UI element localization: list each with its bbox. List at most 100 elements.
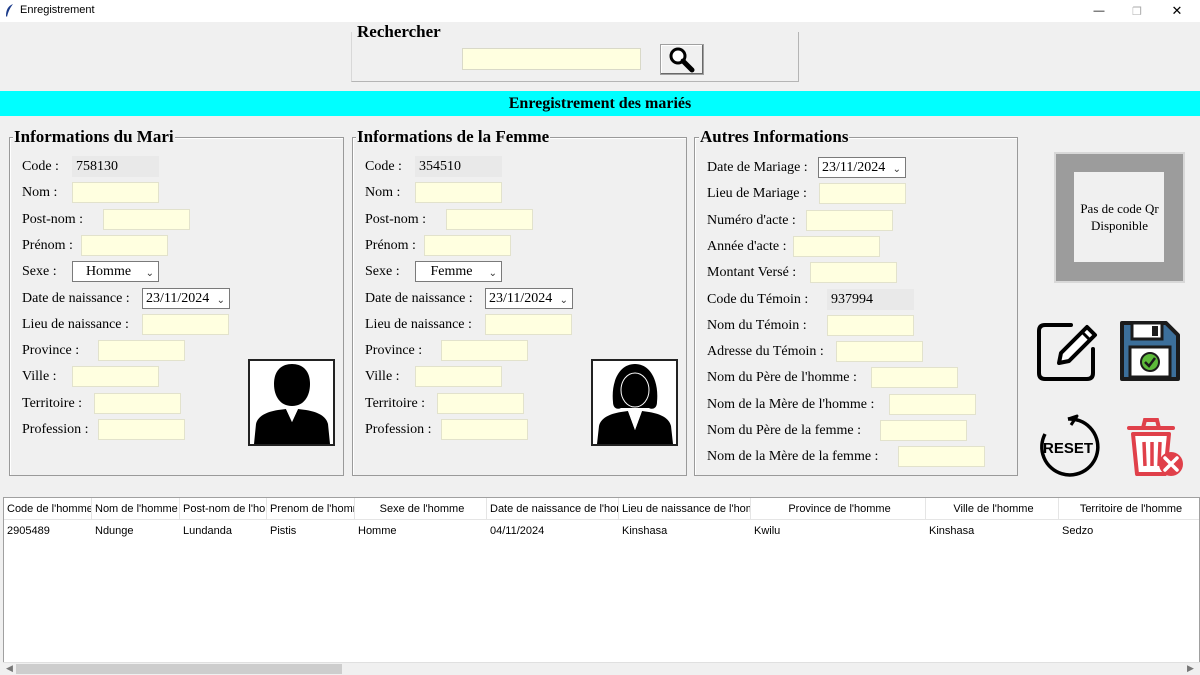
- table-cell: Sedzo: [1062, 525, 1094, 537]
- husband-group-title: Informations du Mari: [13, 127, 175, 146]
- husband-field-label: Profession :: [22, 422, 89, 437]
- husband-field-profession[interactable]: [98, 419, 185, 440]
- husband-field-sexe[interactable]: Homme ⌄: [72, 261, 159, 283]
- wife-field-lieu-naissance[interactable]: [485, 313, 572, 335]
- table-column-header[interactable]: Code de l'homme: [4, 498, 92, 520]
- delete-button[interactable]: [1120, 414, 1188, 480]
- table-column-header[interactable]: Province de l'homme: [751, 498, 926, 520]
- search-input[interactable]: [462, 48, 641, 70]
- chevron-down-icon[interactable]: ⌄: [489, 264, 497, 283]
- table-column-header[interactable]: Territoire de l'homme: [1059, 498, 1199, 520]
- other-field-nom-temoin[interactable]: [827, 314, 914, 336]
- wife-field-label: Prénom :: [365, 237, 416, 253]
- table-column-header[interactable]: Post-nom de l'homme: [180, 498, 267, 520]
- husband-field-label: Ville :: [22, 369, 57, 385]
- other-field-pere-femme[interactable]: [880, 420, 967, 441]
- table-column-header[interactable]: Ville de l'homme: [926, 498, 1059, 520]
- other-field-code-temoin[interactable]: 937994: [827, 288, 914, 310]
- husband-field-lieu-naissance[interactable]: [142, 313, 229, 335]
- wife-field-label: Code :: [365, 159, 402, 174]
- other-field-label: Date de Mariage :: [707, 160, 808, 175]
- husband-field-postnom[interactable]: [103, 208, 190, 230]
- husband-field-territoire[interactable]: [94, 392, 181, 414]
- other-field-montant-verse[interactable]: [810, 262, 897, 284]
- records-table[interactable]: Code de l'homme Nom de l'homme Post-nom de…: [3, 497, 1200, 663]
- wife-photo[interactable]: [591, 359, 678, 446]
- other-field-label: Nom de la Mère de l'homme :: [707, 396, 875, 412]
- other-field-numero-acte[interactable]: [806, 209, 893, 231]
- other-field-label: Nom du Témoin :: [707, 317, 807, 333]
- table-cell: Homme: [358, 525, 397, 537]
- table-cell: 2905489: [7, 525, 50, 537]
- wife-field-ville[interactable]: [415, 366, 502, 388]
- chevron-down-icon[interactable]: ⌄: [217, 291, 225, 310]
- other-field-label: Code du Témoin :: [707, 291, 809, 307]
- search-icon: [669, 47, 695, 72]
- wife-field-label: Lieu de naissance :: [365, 316, 472, 332]
- other-field-value: 23/11/2024: [822, 160, 886, 175]
- husband-field-ville[interactable]: [72, 366, 159, 388]
- table-cell: Kwilu: [754, 525, 781, 537]
- scroll-left-icon[interactable]: ◀: [6, 664, 13, 674]
- table-cell: Ndunge: [95, 525, 134, 537]
- close-button[interactable]: ✕: [1154, 0, 1200, 22]
- table-column-header[interactable]: Prenom de l'homme: [267, 498, 355, 520]
- other-field-lieu-mariage[interactable]: [819, 183, 906, 205]
- chevron-down-icon[interactable]: ⌄: [893, 160, 901, 179]
- husband-field-label: Province :: [22, 343, 80, 359]
- other-field-value: 937994: [831, 291, 873, 307]
- wife-field-prenom[interactable]: [424, 234, 511, 256]
- title-bar: Enregistrement — ❐ ✕: [0, 0, 1200, 22]
- husband-field-label: Post-nom :: [22, 211, 84, 227]
- wife-field-label: Date de naissance :: [365, 290, 473, 306]
- husband-field-date-naissance[interactable]: 23/11/2024 ⌄: [142, 287, 230, 310]
- other-field-date-mariage[interactable]: 23/11/2024 ⌄: [818, 157, 906, 178]
- table-cell: Kinshasa: [929, 525, 975, 537]
- other-field-pere-homme[interactable]: [871, 367, 958, 389]
- chevron-down-icon[interactable]: ⌄: [560, 291, 568, 310]
- wife-field-territoire[interactable]: [437, 392, 524, 414]
- wife-field-sexe[interactable]: Femme ⌄: [415, 261, 502, 283]
- edit-button[interactable]: [1034, 318, 1102, 384]
- husband-photo[interactable]: [248, 359, 335, 446]
- chevron-down-icon[interactable]: ⌄: [146, 264, 154, 283]
- save-button[interactable]: [1115, 318, 1183, 384]
- reset-button[interactable]: RESET: [1034, 414, 1102, 480]
- other-field-mere-homme[interactable]: [889, 393, 976, 415]
- husband-field-label: Sexe :: [22, 264, 57, 280]
- scroll-right-icon[interactable]: ▶: [1187, 664, 1194, 674]
- other-field-mere-femme[interactable]: [898, 446, 985, 468]
- female-avatar-icon: [596, 364, 673, 444]
- other-group-title: Autres Informations: [699, 127, 850, 146]
- husband-field-value: 23/11/2024: [146, 290, 210, 306]
- wife-field-profession[interactable]: [441, 419, 528, 440]
- table-cell: Pistis: [270, 525, 297, 537]
- table-column-header[interactable]: Lieu de naissance de l'homme: [619, 498, 751, 520]
- husband-field-nom[interactable]: [72, 182, 159, 204]
- wife-field-label: Profession :: [365, 422, 432, 437]
- horizontal-scroll-thumb[interactable]: [16, 664, 342, 674]
- banner-title: Enregistrement des mariés: [0, 91, 1200, 116]
- wife-field-date-naissance[interactable]: 23/11/2024 ⌄: [485, 287, 573, 310]
- husband-field-label: Territoire :: [22, 395, 83, 411]
- wife-field-nom[interactable]: [415, 182, 502, 204]
- search-button[interactable]: [660, 44, 704, 75]
- husband-field-code[interactable]: 758130: [72, 156, 159, 177]
- husband-field-value: Homme: [85, 264, 132, 280]
- wife-field-province[interactable]: [441, 340, 528, 362]
- husband-field-province[interactable]: [98, 340, 185, 362]
- wife-field-value: Femme: [430, 264, 473, 280]
- other-field-adresse-temoin[interactable]: [836, 341, 923, 363]
- husband-field-label: Lieu de naissance :: [22, 316, 129, 332]
- table-cell: 04/11/2024: [490, 525, 545, 537]
- table-column-header[interactable]: Nom de l'homme: [92, 498, 180, 520]
- wife-field-code[interactable]: 354510: [415, 156, 502, 177]
- table-column-header[interactable]: Date de naissance de l'homme: [487, 498, 619, 520]
- table-column-header[interactable]: Sexe de l'homme: [355, 498, 487, 520]
- wife-group-title: Informations de la Femme: [356, 127, 551, 146]
- husband-field-prenom[interactable]: [81, 234, 168, 256]
- wife-field-postnom[interactable]: [446, 208, 533, 230]
- wife-field-label: Province :: [365, 343, 423, 359]
- other-field-annee-acte[interactable]: [793, 235, 880, 257]
- reset-label: RESET: [1043, 440, 1093, 457]
